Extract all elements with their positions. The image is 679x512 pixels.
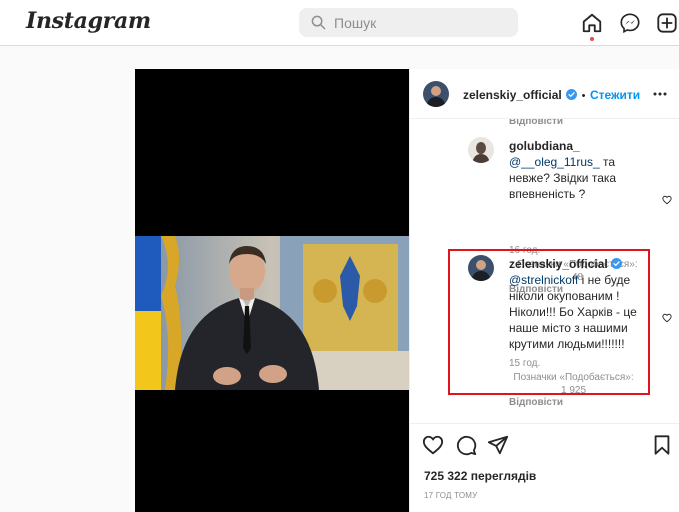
view-count[interactable]: 725 322 переглядів [424, 469, 536, 483]
commenter-avatar[interactable] [468, 255, 494, 281]
comment-username[interactable]: golubdiana_ [509, 139, 580, 153]
share-icon[interactable] [487, 434, 509, 456]
video-still-image [135, 236, 409, 390]
post-side-panel: zelenskiy_official • Стежити Відповісти [409, 69, 679, 512]
comment-text: golubdiana_ @__oleg_11rus_ та невже? Зві… [509, 138, 654, 202]
like-heart-icon[interactable] [422, 434, 444, 456]
commenter-avatar[interactable] [468, 137, 494, 163]
comment-time[interactable]: 16 год. [509, 245, 540, 256]
separator-dot: • [581, 90, 586, 102]
comment-username[interactable]: zelenskiy_official [509, 257, 608, 271]
instagram-logo[interactable]: Instagram [26, 8, 151, 34]
home-icon[interactable] [581, 12, 603, 34]
search-input[interactable] [334, 8, 514, 37]
verified-badge-icon [566, 89, 578, 100]
comment-likes[interactable]: Позначки «Подобається»: 1 925 [511, 371, 636, 397]
likes-count: 1 925 [560, 385, 587, 396]
notification-dot [590, 37, 594, 41]
comment-mention[interactable]: @strelnickoff [509, 273, 578, 287]
post-header: zelenskiy_official • Стежити [410, 69, 679, 119]
comment-text: zelenskiy_official @strelnickoff і не бу… [509, 256, 644, 352]
post-actions: 725 322 переглядів 17 ГОД ТОМУ [410, 423, 679, 512]
comment-icon[interactable] [455, 434, 477, 456]
like-heart-icon[interactable] [662, 313, 672, 323]
search-icon [311, 15, 326, 30]
author-line: zelenskiy_official • Стежити [463, 86, 640, 104]
video-frame [135, 236, 409, 390]
author-username[interactable]: zelenskiy_official [463, 88, 562, 102]
author-avatar[interactable] [423, 81, 449, 107]
bookmark-icon[interactable] [651, 434, 673, 456]
more-dots-icon[interactable] [653, 88, 667, 100]
comment-time[interactable]: 15 год. [509, 358, 540, 369]
search-box[interactable] [299, 8, 518, 37]
video-player[interactable] [135, 69, 409, 512]
follow-button[interactable]: Стежити [590, 88, 640, 102]
verified-badge-icon [611, 258, 623, 269]
new-post-icon[interactable] [656, 12, 678, 34]
top-navbar: Instagram [0, 0, 679, 46]
post-timestamp[interactable]: 17 ГОД ТОМУ [424, 491, 477, 500]
reply-link[interactable]: Відповісти [509, 397, 563, 408]
comments-list: Відповісти golubdiana_ @__oleg_11rus_ та… [410, 119, 679, 423]
like-heart-icon[interactable] [662, 195, 672, 205]
messenger-icon[interactable] [619, 12, 641, 34]
likes-label: Позначки «Подобається»: [513, 372, 634, 383]
reply-link[interactable]: Відповісти [509, 119, 563, 127]
comment-mention[interactable]: @__oleg_11rus_ [509, 155, 600, 169]
